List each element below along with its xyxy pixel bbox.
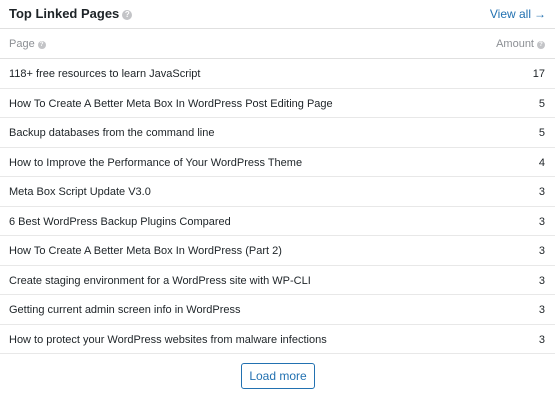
table-row: How To Create A Better Meta Box In WordP… [0, 89, 555, 118]
table-header: Page? Amount? [0, 29, 555, 59]
table-row: How to protect your WordPress websites f… [0, 325, 555, 354]
column-header-amount-label: Amount [496, 38, 534, 50]
table-row: 118+ free resources to learn JavaScript … [0, 59, 555, 89]
widget-title-text: Top Linked Pages [9, 6, 120, 21]
page-link[interactable]: Create staging environment for a WordPre… [9, 275, 311, 287]
page-link[interactable]: 6 Best WordPress Backup Plugins Compared [9, 216, 231, 228]
column-header-page-label: Page [9, 38, 35, 50]
table-row: Backup databases from the command line 5 [0, 118, 555, 148]
amount-value: 5 [538, 127, 545, 139]
amount-value: 3 [538, 186, 545, 198]
widget-header: Top Linked Pages? View all → [0, 0, 555, 29]
table-row: Meta Box Script Update V3.0 3 [0, 177, 555, 207]
page-link[interactable]: 118+ free resources to learn JavaScript [9, 68, 200, 80]
help-icon[interactable]: ? [537, 41, 545, 49]
page-link[interactable]: How To Create A Better Meta Box In WordP… [9, 245, 282, 257]
page-link[interactable]: Backup databases from the command line [9, 127, 214, 139]
amount-value: 3 [538, 245, 545, 257]
table-row: How to Improve the Performance of Your W… [0, 148, 555, 177]
page-link[interactable]: Meta Box Script Update V3.0 [9, 186, 151, 198]
table-row: How To Create A Better Meta Box In WordP… [0, 236, 555, 266]
amount-value: 3 [538, 304, 545, 316]
load-more-button[interactable]: Load more [241, 363, 315, 389]
page-link[interactable]: How to protect your WordPress websites f… [9, 334, 327, 346]
widget-title: Top Linked Pages? [9, 6, 133, 21]
column-header-amount[interactable]: Amount? [496, 38, 545, 50]
table-body: 118+ free resources to learn JavaScript … [0, 59, 555, 354]
amount-value: 17 [532, 68, 545, 80]
amount-value: 5 [538, 97, 545, 110]
help-icon[interactable]: ? [37, 41, 46, 49]
amount-value: 4 [538, 156, 545, 169]
amount-value: 3 [538, 333, 545, 346]
amount-value: 3 [538, 274, 545, 287]
table-row: Getting current admin screen info in Wor… [0, 295, 555, 325]
table-row: Create staging environment for a WordPre… [0, 266, 555, 295]
help-icon[interactable]: ? [122, 10, 133, 20]
top-linked-pages-widget: Top Linked Pages? View all → Page? Amount… [0, 0, 555, 395]
page-link[interactable]: Getting current admin screen info in Wor… [9, 304, 241, 316]
page-link[interactable]: How to Improve the Performance of Your W… [9, 157, 302, 169]
table-row: 6 Best WordPress Backup Plugins Compared… [0, 207, 555, 236]
view-all-label: View all [489, 7, 531, 21]
column-header-page[interactable]: Page? [9, 38, 46, 50]
arrow-right-icon: → [534, 7, 546, 21]
amount-value: 3 [538, 215, 545, 228]
page-link[interactable]: How To Create A Better Meta Box In WordP… [9, 98, 333, 110]
view-all-link[interactable]: View all → [490, 7, 546, 21]
